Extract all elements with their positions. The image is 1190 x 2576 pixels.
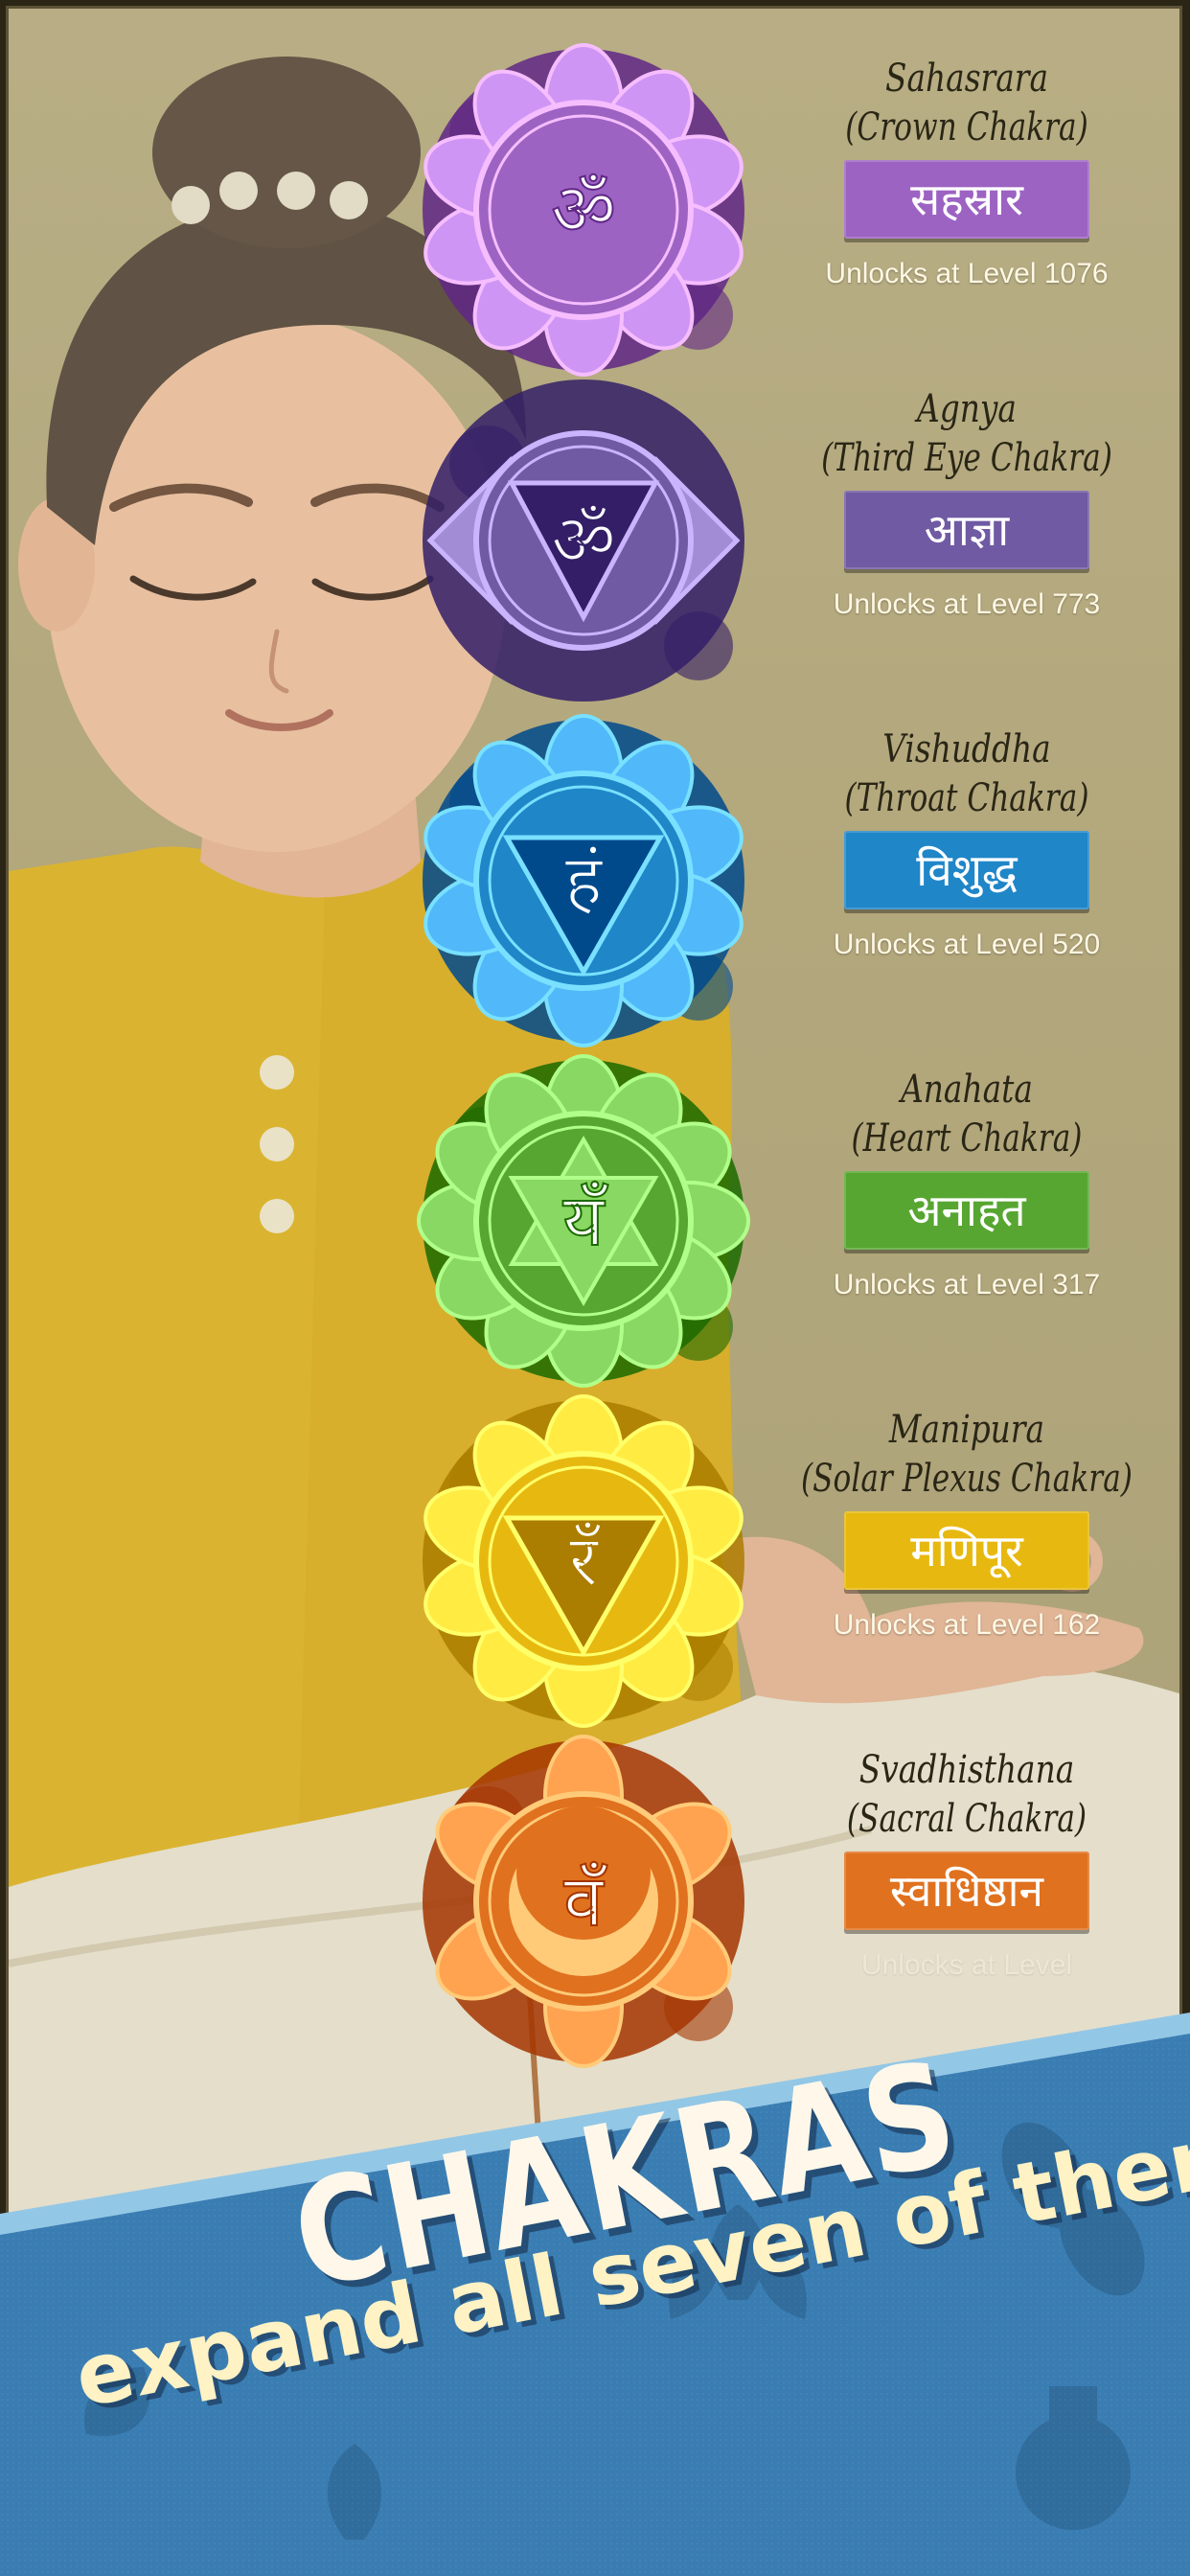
chakra-unlock-level: Unlocks at Level 162: [833, 1609, 1101, 1641]
chakra-name: Manipura: [888, 1408, 1045, 1452]
solar-plexus-chakra-icon[interactable]: रँ: [421, 1394, 746, 1728]
chakra-subtitle: (Heart Chakra): [851, 1116, 1083, 1161]
third-eye-chakra-icon[interactable]: ॐ: [421, 378, 746, 703]
chakra-name: Sahasrara: [884, 57, 1048, 101]
chakra-unlock-level: Unlocks at Level 317: [833, 1269, 1101, 1300]
chakra-sanskrit-plaque: आज्ञा: [844, 491, 1089, 569]
chakra-unlock-level: Unlocks at Level 773: [833, 588, 1101, 620]
chakra-bija-symbol: यँ: [563, 1180, 609, 1262]
crown-chakra-icon[interactable]: ॐ: [421, 43, 746, 377]
chakra-info: Anahata (Heart Chakra) अनाहत Unlocks at Lev…: [746, 1058, 1179, 1301]
chakra-unlock-level: Unlocks at Level 1076: [825, 258, 1109, 289]
chakra-card[interactable]: यँ Anahata (Heart Chakra) अनाहत Unlocks at L…: [417, 1054, 1179, 1388]
chakra-info: Vishuddha (Throat Chakra) विशुद्ध Unlocks a…: [746, 718, 1179, 961]
heart-chakra-icon[interactable]: यँ: [417, 1054, 750, 1388]
chakra-name: Agnya: [917, 387, 1017, 431]
chakra-unlock-level: Unlocks at Level 520: [833, 929, 1101, 960]
chakra-subtitle: (Solar Plexus Chakra): [801, 1457, 1133, 1501]
chakra-card[interactable]: हं Vishuddha (Throat Chakra) विशुद्ध Unlocks…: [421, 714, 1179, 1047]
chakra-bija-symbol: वँ: [563, 1860, 607, 1943]
chakra-sanskrit-plaque: सहस्रार: [844, 160, 1089, 239]
chakra-bija-symbol: हं: [564, 840, 604, 922]
chakra-card[interactable]: ॐ Agnya (Third Eye Chakra) आज्ञा Unlocks at …: [421, 378, 1179, 702]
chakra-name: Anahata: [901, 1068, 1033, 1112]
chakra-sanskrit-plaque: अनाहत: [844, 1171, 1089, 1250]
chakra-info: Agnya (Third Eye Chakra) आज्ञा Unlocks at L…: [746, 378, 1179, 621]
chakra-bija-symbol: ॐ: [551, 499, 616, 582]
chakra-subtitle: (Third Eye Chakra): [821, 436, 1112, 480]
chakra-name: Vishuddha: [882, 727, 1051, 771]
chakra-card[interactable]: ॐ Sahasrara (Crown Chakra) सहस्रार Unlocks a…: [421, 43, 1179, 377]
chakra-card[interactable]: रँ Manipura (Solar Plexus Chakra) मणिपूर Unl…: [421, 1394, 1179, 1728]
chakra-sanskrit-plaque: स्वाधिष्ठान: [844, 1852, 1089, 1930]
chakra-sanskrit-plaque: विशुद्ध: [844, 831, 1089, 909]
chakra-panel: ॐ Sahasrara (Crown Chakra) सहस्रार Unlocks a…: [6, 6, 1182, 2239]
chakra-subtitle: (Sacral Chakra): [846, 1797, 1087, 1841]
chakra-info: Sahasrara (Crown Chakra) सहस्रार Unlocks at…: [746, 47, 1179, 290]
chakra-bija-symbol: ॐ: [551, 169, 616, 251]
throat-chakra-icon[interactable]: हं: [421, 714, 746, 1047]
chakra-sanskrit-plaque: मणिपूर: [844, 1511, 1089, 1590]
chakra-info: Svadhisthana (Sacral Chakra) स्वाधिष्ठान Un…: [746, 1738, 1179, 1982]
chakra-info: Manipura (Solar Plexus Chakra) मणिपूर Unloc…: [746, 1398, 1179, 1642]
chakra-bija-symbol: रँ: [569, 1520, 602, 1602]
chakra-subtitle: (Crown Chakra): [845, 105, 1088, 150]
chakra-name: Svadhisthana: [858, 1748, 1075, 1792]
chakra-subtitle: (Throat Chakra): [844, 776, 1089, 820]
